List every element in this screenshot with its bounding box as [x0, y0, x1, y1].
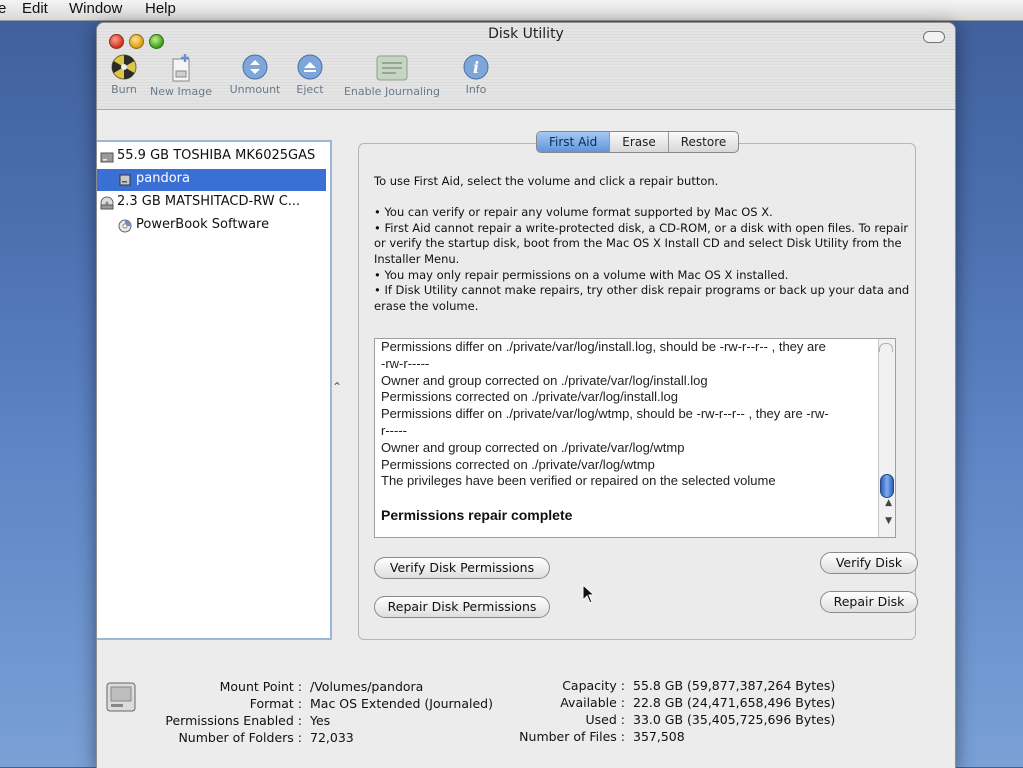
cd-icon [118, 219, 132, 233]
repair-disk-button[interactable]: Repair Disk [820, 591, 918, 613]
menu-bar: e Edit Window Help [0, 0, 1023, 21]
info-button[interactable]: i Info [461, 53, 491, 96]
tab-first-aid[interactable]: First Aid [537, 132, 610, 152]
instructions-intro: To use First Aid, select the volume and … [374, 174, 719, 188]
volume-info-right: Capacity : 55.8 GB (59,877,387,264 Bytes… [515, 677, 855, 747]
log-scrollbar[interactable]: ▲ ▼ [878, 339, 895, 537]
log-lines: Permissions differ on ./private/var/log/… [381, 339, 876, 490]
info-value: 55.8 GB (59,877,387,264 Bytes) [633, 678, 836, 693]
log-line: Owner and group corrected on ./private/v… [381, 372, 708, 388]
scrollbar-cap [879, 343, 893, 352]
disk-list[interactable]: 55.9 GB TOSHIBA MK6025GAS pandora 2.3 GB… [97, 140, 332, 640]
window-title: Disk Utility [488, 26, 564, 42]
info-label: Info [465, 83, 487, 96]
repair-disk-permissions-button[interactable]: Repair Disk Permissions [374, 596, 550, 618]
disk-list-item-label: pandora [136, 171, 190, 186]
volume-info-left: Mount Point : /Volumes/pandora Format : … [97, 678, 493, 748]
log-line: Permissions differ on ./private/var/log/… [381, 339, 826, 354]
disk-list-item[interactable]: PowerBook Software [97, 215, 326, 237]
eject-icon [297, 54, 323, 80]
info-value: 72,033 [310, 730, 354, 745]
enable-journaling-label: Enable Journaling [343, 85, 441, 98]
volume-icon [119, 174, 131, 186]
info-key: Format : [249, 696, 302, 711]
tab-erase[interactable]: Erase [609, 132, 668, 152]
unmount-button[interactable]: Unmount [227, 53, 283, 96]
log-line: Permissions differ on ./private/var/log/… [381, 406, 829, 422]
title-bar: Disk Utility Burn New Image Unmount Ejec… [97, 23, 955, 110]
menu-item-help[interactable]: Help [145, 0, 176, 17]
mouse-pointer-icon [582, 584, 596, 604]
info-icon: i [463, 54, 489, 80]
optical-drive-icon [100, 196, 114, 210]
instructions-bullet: • If Disk Utility cannot make repairs, t… [374, 283, 910, 313]
log-line: The privileges have been verified or rep… [381, 473, 776, 489]
info-value: Mac OS Extended (Journaled) [310, 696, 493, 711]
log-complete-message: Permissions repair complete [381, 507, 573, 523]
disk-list-item-selected[interactable]: pandora [97, 169, 326, 191]
scrollbar-thumb[interactable] [880, 474, 894, 498]
instructions-bullet: • First Aid cannot repair a write-protec… [374, 220, 909, 266]
log-line: Owner and group corrected on ./private/v… [381, 439, 685, 455]
info-value: Yes [310, 713, 331, 728]
tab-restore[interactable]: Restore [667, 132, 739, 152]
enable-journaling-button[interactable]: Enable Journaling [337, 53, 447, 98]
verify-disk-permissions-button[interactable]: Verify Disk Permissions [374, 557, 550, 579]
info-value: 22.8 GB (24,471,658,496 Bytes) [633, 695, 836, 710]
scroll-up-arrow-icon[interactable]: ▲ [885, 498, 892, 508]
split-view-handle[interactable]: ⌃ [332, 380, 342, 394]
unmount-label: Unmount [229, 83, 281, 96]
unmount-icon [242, 54, 268, 80]
info-key: Used : [585, 712, 625, 727]
new-image-button[interactable]: New Image [149, 53, 213, 98]
log-line: Permissions corrected on ./private/var/l… [381, 389, 678, 405]
instructions-bullet: • You can verify or repair any volume fo… [374, 205, 773, 220]
hard-disk-icon [100, 152, 114, 163]
disk-list-item[interactable]: 2.3 GB MATSHITACD-RW C... [97, 192, 326, 214]
log-line: -rw-r----- [381, 355, 430, 371]
menu-item-partial[interactable]: e [0, 0, 6, 17]
info-value: /Volumes/pandora [310, 679, 424, 694]
new-image-label: New Image [150, 85, 212, 98]
disk-utility-window: Disk Utility Burn New Image Unmount Ejec… [96, 22, 956, 768]
menu-item-window[interactable]: Window [69, 0, 122, 17]
info-value: 33.0 GB (35,405,725,696 Bytes) [633, 712, 836, 727]
first-aid-instructions: To use First Aid, select the volume and … [374, 174, 914, 314]
journaling-icon [376, 55, 408, 81]
info-key: Mount Point : [219, 679, 302, 694]
disk-list-item-label: 55.9 GB TOSHIBA MK6025GAS [117, 148, 316, 163]
log-line: Permissions corrected on ./private/var/l… [381, 456, 655, 472]
disk-list-item[interactable]: 55.9 GB TOSHIBA MK6025GAS [97, 146, 326, 168]
first-aid-log[interactable]: Permissions differ on ./private/var/log/… [374, 338, 896, 538]
info-key: Number of Folders : [178, 730, 302, 745]
instructions-bullet: • You may only repair permissions on a v… [374, 267, 789, 282]
info-key: Number of Files : [519, 729, 625, 744]
eject-button[interactable]: Eject [295, 53, 325, 96]
info-key: Permissions Enabled : [165, 713, 302, 728]
burn-label: Burn [111, 83, 137, 96]
eject-label: Eject [296, 83, 324, 96]
scroll-down-arrow-icon[interactable]: ▼ [885, 516, 892, 526]
info-key: Capacity : [562, 678, 625, 693]
burn-button[interactable]: Burn [109, 53, 139, 96]
toolbar-toggle-button[interactable] [923, 31, 945, 43]
menu-item-edit[interactable]: Edit [22, 0, 48, 17]
log-line: r----- [381, 422, 407, 438]
disk-list-item-label: 2.3 GB MATSHITACD-RW C... [117, 194, 301, 209]
info-key: Available : [560, 695, 625, 710]
svg-text:i: i [473, 58, 479, 77]
info-value: 357,508 [633, 729, 685, 744]
burn-icon [111, 54, 137, 80]
new-image-icon [172, 54, 190, 82]
verify-disk-button[interactable]: Verify Disk [820, 552, 918, 574]
disk-list-item-label: PowerBook Software [136, 217, 270, 232]
tab-bar: First Aid Erase Restore [536, 131, 740, 153]
